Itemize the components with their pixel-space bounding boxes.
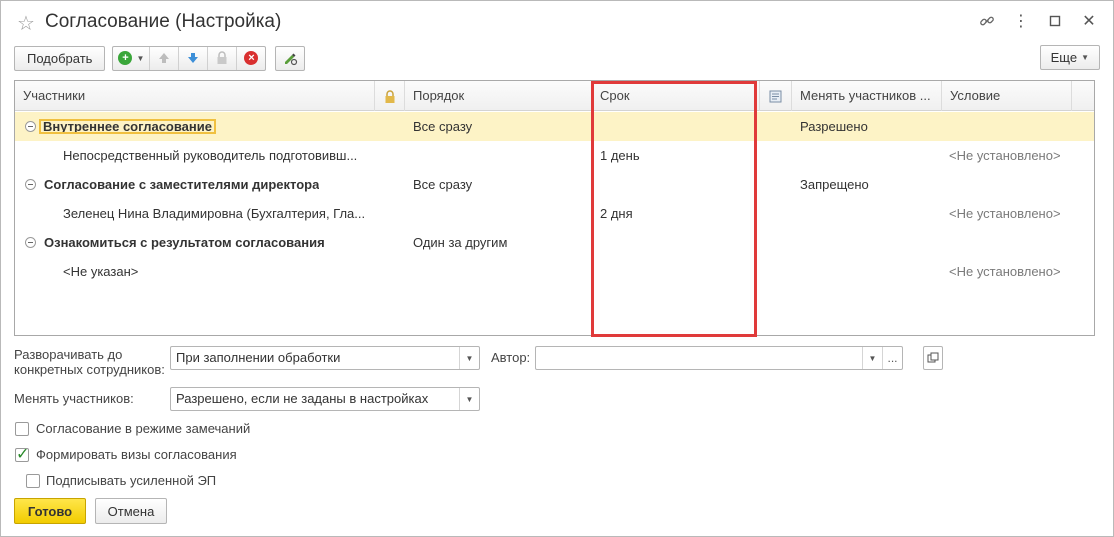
table-row[interactable]: Согласование с заместителями директора В… — [15, 170, 1094, 199]
open-window-icon — [927, 352, 939, 363]
chevron-down-icon[interactable]: ▼ — [862, 347, 882, 369]
expand-label: Разворачивать до конкретных сотрудников: — [14, 347, 165, 377]
chevron-down-icon: ▼ — [136, 53, 145, 63]
collapse-icon[interactable] — [25, 237, 36, 248]
author-label: Автор: — [491, 350, 531, 365]
header-lock[interactable] — [375, 81, 405, 111]
remarks-label: Согласование в режиме замечаний — [36, 421, 251, 436]
collapse-icon[interactable] — [25, 121, 36, 132]
expand-label-line1: Разворачивать до — [14, 347, 123, 362]
close-icon[interactable]: ✕ — [1079, 11, 1099, 31]
edit-settings-button[interactable] — [275, 45, 306, 71]
table-row[interactable]: <Не указан> <Не установлено> — [15, 257, 1094, 286]
table-row[interactable]: Зеленец Нина Владимировна (Бухгалтерия, … — [15, 199, 1094, 228]
expand-label-line2: конкретных сотрудников: — [14, 362, 165, 377]
table-row[interactable]: Внутреннее согласование Все сразу Разреш… — [15, 112, 1094, 141]
add-icon: + — [118, 51, 133, 65]
visas-label: Формировать визы согласования — [36, 447, 237, 462]
lock-button[interactable] — [207, 46, 236, 70]
sign-checkbox[interactable] — [26, 474, 40, 488]
expand-select-value: При заполнении обработки — [176, 350, 341, 365]
change-participants-select[interactable]: Разрешено, если не заданы в настройках ▼ — [170, 387, 480, 411]
change-participants-value: Разрешено, если не заданы в настройках — [176, 391, 429, 406]
window-title: Согласование (Настройка) — [45, 11, 282, 32]
add-button[interactable]: + ▼ — [113, 47, 149, 70]
header-order[interactable]: Порядок — [405, 81, 592, 111]
header-notes[interactable] — [760, 81, 792, 111]
link-icon[interactable] — [977, 11, 997, 31]
visas-checkbox[interactable] — [15, 444, 29, 464]
cancel-button[interactable]: Отмена — [95, 498, 167, 524]
sign-label: Подписывать усиленной ЭП — [46, 473, 217, 488]
remarks-checkbox[interactable] — [15, 422, 29, 436]
arrow-up-icon — [159, 53, 170, 63]
header-change-participants[interactable]: Менять участников ... — [792, 81, 942, 111]
participant-name: <Не указан> — [63, 264, 139, 279]
delete-button[interactable]: × — [236, 46, 265, 70]
participant-name: Зеленец Нина Владимировна (Бухгалтерия, … — [63, 206, 366, 221]
header-condition[interactable]: Условие — [942, 81, 1072, 111]
delete-icon: × — [244, 51, 259, 65]
open-author-button[interactable] — [923, 346, 943, 370]
lock-icon — [217, 51, 227, 64]
expand-select[interactable]: При заполнении обработки ▼ — [170, 346, 480, 370]
order-cell: Один за другим — [413, 235, 508, 250]
table-header: Участники Порядок Срок Менять участников… — [15, 81, 1094, 111]
condition-cell: <Не установлено> — [949, 148, 1061, 163]
header-participants[interactable]: Участники — [15, 81, 375, 111]
arrow-down-icon — [188, 53, 199, 63]
group-name: Ознакомиться с результатом согласования — [44, 235, 325, 250]
participant-name: Непосредственный руководитель подготовив… — [63, 148, 358, 163]
more-button[interactable]: Еще ▼ — [1039, 45, 1100, 70]
select-ellipsis-button[interactable]: ... — [882, 347, 902, 369]
maximize-icon[interactable] — [1045, 11, 1065, 31]
more-menu-icon[interactable]: ⋮ — [1011, 11, 1031, 31]
collapse-icon[interactable] — [25, 179, 36, 190]
chevron-down-icon[interactable]: ▼ — [459, 347, 479, 369]
more-button-label: Еще — [1050, 50, 1078, 65]
chevron-down-icon[interactable]: ▼ — [459, 388, 479, 410]
change-participants-label: Менять участников: — [14, 391, 134, 406]
move-down-button[interactable] — [178, 46, 207, 70]
row-actions-group: + ▼ × — [112, 45, 267, 71]
change-cell: Разрешено — [800, 119, 868, 134]
order-cell: Все сразу — [413, 119, 473, 134]
document-icon — [769, 90, 782, 103]
table-row[interactable]: Непосредственный руководитель подготовив… — [15, 141, 1094, 170]
participants-table: Участники Порядок Срок Менять участников… — [14, 80, 1095, 336]
ok-button[interactable]: Готово — [14, 498, 86, 524]
condition-cell: <Не установлено> — [949, 206, 1061, 221]
favorite-star-icon[interactable]: ☆ — [17, 11, 35, 36]
order-cell: Все сразу — [413, 177, 473, 192]
title-bar: ☆ Согласование (Настройка) ⋮ ✕ — [1, 1, 1113, 43]
table-row[interactable]: Ознакомиться с результатом согласования … — [15, 228, 1094, 257]
condition-cell: <Не установлено> — [949, 264, 1061, 279]
window-controls: ⋮ ✕ — [977, 11, 1099, 31]
lock-icon — [385, 89, 394, 103]
group-name: Согласование с заместителями директора — [44, 177, 320, 192]
term-column-highlight — [591, 81, 757, 337]
dialog-window: ☆ Согласование (Настройка) ⋮ ✕ Подобрать… — [0, 0, 1114, 537]
toolbar: Подобрать + ▼ × — [14, 45, 306, 71]
pick-button[interactable]: Подобрать — [14, 45, 106, 71]
pencil-settings-icon — [285, 53, 298, 66]
author-field[interactable]: ▼ ... — [535, 346, 903, 370]
move-up-button[interactable] — [149, 46, 178, 70]
change-cell: Запрещено — [800, 177, 869, 192]
group-name: Внутреннее согласование — [39, 119, 216, 134]
chevron-down-icon: ▼ — [1081, 53, 1089, 62]
